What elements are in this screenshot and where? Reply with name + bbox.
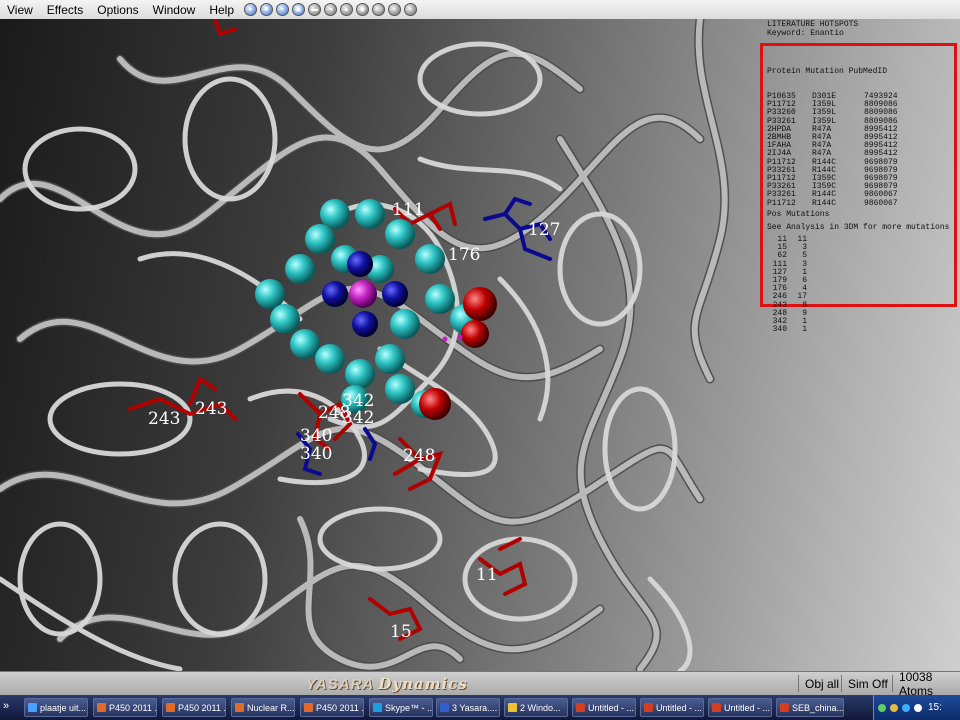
literature-keyword: Keyword: Enantio — [767, 28, 844, 38]
menu-window[interactable]: Window — [146, 3, 203, 17]
eject-icon[interactable]: ▴ — [340, 3, 353, 16]
hotspot-table-header: Protein Mutation PubMedID — [767, 67, 888, 77]
task-item[interactable]: P450 2011 ... — [93, 698, 157, 717]
residue-label-340a: 340 — [300, 426, 332, 446]
shield-icon[interactable] — [890, 703, 898, 712]
disk-icon[interactable]: ■ — [260, 3, 273, 16]
task-item[interactable]: P450 2011 ... — [162, 698, 226, 717]
atom-count: 10038 Atoms — [892, 670, 960, 698]
menu-options[interactable]: Options — [90, 3, 145, 17]
task-item[interactable]: Skype™ - ... — [369, 698, 433, 717]
camera-icon[interactable]: ▪ — [276, 3, 289, 16]
residue-label-342b: 342 — [342, 408, 374, 428]
hotspot-row: 2HPDA R47A 8995412 — [767, 124, 898, 134]
residue-label-11: 11 — [476, 565, 498, 585]
residue-label-243b: 243 — [195, 399, 227, 419]
back-icon[interactable]: ◂ — [324, 3, 337, 16]
system-tray: 15: — [873, 695, 960, 720]
residue-label-243a: 243 — [148, 409, 180, 429]
task-item[interactable]: Nuclear R... — [231, 698, 295, 717]
task-item[interactable]: Untitled - ... — [708, 698, 772, 717]
windows-taskbar: » plaatje uit... P450 2011 ... P450 2011… — [0, 695, 960, 720]
eye-icon[interactable]: ◉ — [356, 3, 369, 16]
task-item[interactable]: 2 Windo... — [504, 698, 568, 717]
literature-header: LITERATURE HOTSPOTS Keyword: Enantio — [767, 20, 957, 38]
residue-label-15: 15 — [390, 622, 412, 642]
position-table-header: Pos Mutations — [767, 210, 830, 220]
position-table: Pos Mutations 11 11 15 3 62 5 111 3 127 1 179 6 176 4… — [767, 195, 829, 351]
protein-backbone-ribbons — [0, 19, 730, 671]
position-row: 11 11 — [777, 235, 807, 245]
task-item[interactable]: Untitled - ... — [640, 698, 704, 717]
object-selector[interactable]: Obj all — [798, 675, 841, 692]
menu-help[interactable]: Help — [202, 3, 241, 17]
skype-icon[interactable] — [902, 703, 910, 712]
position-row: 15 3 — [777, 243, 807, 253]
residue-label-127: 127 — [528, 220, 560, 240]
heme-ligand — [255, 199, 497, 420]
position-row: 340 1 — [772, 325, 807, 335]
residue-label-340b: 340 — [300, 444, 332, 464]
movie-icon[interactable]: ▬ — [308, 3, 321, 16]
volume-icon[interactable] — [914, 703, 922, 712]
film-icon[interactable]: ▭ — [372, 3, 385, 16]
fastforward-icon[interactable]: » — [404, 3, 417, 16]
menu-effects[interactable]: Effects — [40, 3, 90, 17]
task-item[interactable]: plaatje uit... — [24, 698, 88, 717]
menu-bar: View Effects Options Window Help ● ■ ▪ ▣… — [0, 0, 960, 20]
task-item[interactable]: P450 2011 ... — [300, 698, 364, 717]
residue-label-248b: 248 — [403, 446, 435, 466]
literature-hotspots-panel: Protein Mutation PubMedID P10635 D301E 749… — [760, 43, 957, 334]
task-item[interactable]: SEB_china... — [776, 698, 844, 717]
hotspot-row: 2BMHB R47A 8995412 — [767, 133, 898, 143]
globe-icon[interactable]: ● — [244, 3, 257, 16]
yasara-logo: YASARA Dynamics — [306, 675, 468, 693]
network-icon[interactable] — [878, 703, 886, 712]
task-item[interactable]: 3 Yasara.... — [436, 698, 500, 717]
capture-icon[interactable]: ▣ — [292, 3, 305, 16]
rewind-icon[interactable]: « — [388, 3, 401, 16]
menu-view[interactable]: View — [0, 3, 40, 17]
residue-label-111: 111 — [392, 200, 424, 220]
task-item[interactable]: Untitled - ... — [572, 698, 636, 717]
hotspot-row: P33261 I359L 8809086 — [767, 116, 898, 126]
residue-label-176: 176 — [448, 245, 480, 265]
status-bar: YASARA Dynamics Obj all Sim Off 10038 Ato… — [0, 670, 960, 698]
hotspot-row: 1FAHA R47A 8995412 — [767, 141, 898, 151]
clock[interactable]: 15: — [928, 702, 942, 713]
simulation-toggle[interactable]: Sim Off — [841, 675, 892, 692]
taskbar-chevron-icon[interactable]: » — [3, 700, 9, 712]
